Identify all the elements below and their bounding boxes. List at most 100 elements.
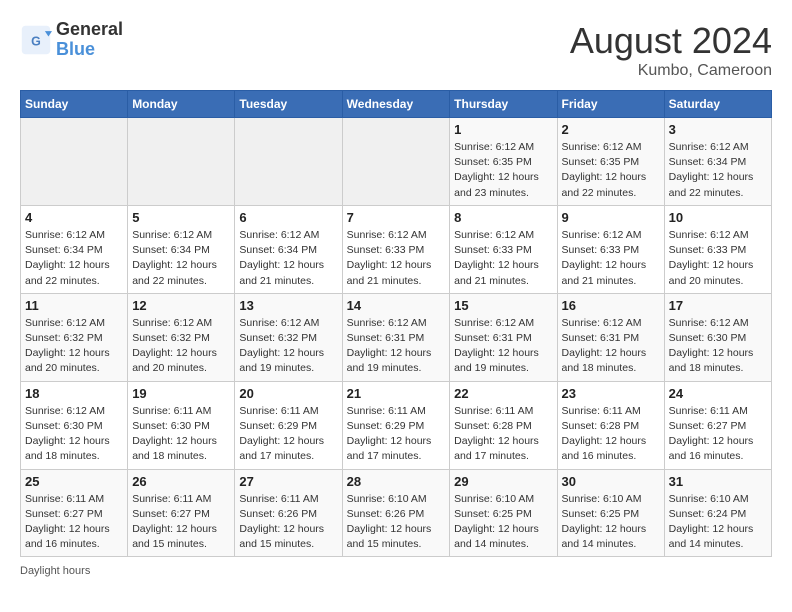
day-info: Sunrise: 6:12 AM Sunset: 6:31 PM Dayligh… xyxy=(562,316,660,377)
day-info: Sunrise: 6:12 AM Sunset: 6:30 PM Dayligh… xyxy=(25,404,123,465)
logo-text: General Blue xyxy=(56,20,123,60)
day-info: Sunrise: 6:12 AM Sunset: 6:34 PM Dayligh… xyxy=(669,140,767,201)
day-info: Sunrise: 6:12 AM Sunset: 6:31 PM Dayligh… xyxy=(347,316,446,377)
week-row-0: 1Sunrise: 6:12 AM Sunset: 6:35 PM Daylig… xyxy=(21,118,772,206)
day-info: Sunrise: 6:12 AM Sunset: 6:33 PM Dayligh… xyxy=(347,228,446,289)
day-number: 21 xyxy=(347,386,446,401)
calendar-cell: 8 Sunrise: 6:12 AM Sunset: 6:33 PM Daylig… xyxy=(450,205,557,293)
day-info: Sunrise: 6:12 AM Sunset: 6:33 PM Dayligh… xyxy=(562,228,660,289)
calendar-cell: 25Sunrise: 6:11 AM Sunset: 6:27 PM Dayli… xyxy=(21,469,128,557)
header-day-thursday: Thursday xyxy=(450,91,557,118)
day-info: Sunrise: 6:10 AM Sunset: 6:25 PM Dayligh… xyxy=(454,492,552,553)
title-block: August 2024 Kumbo, Cameroon xyxy=(570,20,772,80)
calendar-cell: 20 Sunrise: 6:11 AM Sunset: 6:29 PM Dayli… xyxy=(235,381,342,469)
day-info: Sunrise: 6:12 AM Sunset: 6:31 PM Dayligh… xyxy=(454,316,552,377)
calendar-cell: 28Sunrise: 6:10 AM Sunset: 6:26 PM Dayli… xyxy=(342,469,450,557)
logo-general-text: General xyxy=(56,19,123,39)
calendar-cell: 30 Sunrise: 6:10 AM Sunset: 6:25 PM Dayli… xyxy=(557,469,664,557)
day-info: Sunrise: 6:11 AM Sunset: 6:28 PM Dayligh… xyxy=(562,404,660,465)
day-number: 15 xyxy=(454,298,552,313)
day-info: Sunrise: 6:11 AM Sunset: 6:29 PM Dayligh… xyxy=(347,404,446,465)
calendar-cell: 9 Sunrise: 6:12 AM Sunset: 6:33 PM Daylig… xyxy=(557,205,664,293)
calendar-cell: 5Sunrise: 6:12 AM Sunset: 6:34 PM Daylig… xyxy=(128,205,235,293)
calendar-cell: 19Sunrise: 6:11 AM Sunset: 6:30 PM Dayli… xyxy=(128,381,235,469)
day-number: 22 xyxy=(454,386,552,401)
day-info: Sunrise: 6:12 AM Sunset: 6:34 PM Dayligh… xyxy=(132,228,230,289)
day-number: 2 xyxy=(562,122,660,137)
svg-text:G: G xyxy=(31,34,41,48)
week-row-1: 4 Sunrise: 6:12 AM Sunset: 6:34 PM Daylig… xyxy=(21,205,772,293)
calendar-cell: 21 Sunrise: 6:11 AM Sunset: 6:29 PM Dayli… xyxy=(342,381,450,469)
header-day-monday: Monday xyxy=(128,91,235,118)
calendar-cell: 18 Sunrise: 6:12 AM Sunset: 6:30 PM Dayli… xyxy=(21,381,128,469)
day-info: Sunrise: 6:12 AM Sunset: 6:32 PM Dayligh… xyxy=(239,316,337,377)
page-subtitle: Kumbo, Cameroon xyxy=(570,62,772,80)
calendar-cell: 10 Sunrise: 6:12 AM Sunset: 6:33 PM Dayli… xyxy=(664,205,771,293)
day-number: 3 xyxy=(669,122,767,137)
header-day-wednesday: Wednesday xyxy=(342,91,450,118)
day-info: Sunrise: 6:10 AM Sunset: 6:24 PM Dayligh… xyxy=(669,492,767,553)
day-number: 20 xyxy=(239,386,337,401)
day-number: 4 xyxy=(25,210,123,225)
day-info: Sunrise: 6:12 AM Sunset: 6:34 PM Dayligh… xyxy=(25,228,123,289)
header-day-sunday: Sunday xyxy=(21,91,128,118)
calendar-footer: Daylight hours xyxy=(20,565,772,577)
day-info: Sunrise: 6:11 AM Sunset: 6:29 PM Dayligh… xyxy=(239,404,337,465)
day-number: 8 xyxy=(454,210,552,225)
calendar-cell: 11 Sunrise: 6:12 AM Sunset: 6:32 PM Dayli… xyxy=(21,293,128,381)
day-number: 11 xyxy=(25,298,123,313)
calendar-cell: 29 Sunrise: 6:10 AM Sunset: 6:25 PM Dayli… xyxy=(450,469,557,557)
day-number: 17 xyxy=(669,298,767,313)
day-info: Sunrise: 6:11 AM Sunset: 6:27 PM Dayligh… xyxy=(25,492,123,553)
day-number: 14 xyxy=(347,298,446,313)
day-number: 6 xyxy=(239,210,337,225)
day-info: Sunrise: 6:11 AM Sunset: 6:26 PM Dayligh… xyxy=(239,492,337,553)
day-number: 16 xyxy=(562,298,660,313)
day-number: 23 xyxy=(562,386,660,401)
calendar-cell: 12Sunrise: 6:12 AM Sunset: 6:32 PM Dayli… xyxy=(128,293,235,381)
day-number: 9 xyxy=(562,210,660,225)
calendar-table: SundayMondayTuesdayWednesdayThursdayFrid… xyxy=(20,90,772,557)
header-day-saturday: Saturday xyxy=(664,91,771,118)
day-info: Sunrise: 6:12 AM Sunset: 6:33 PM Dayligh… xyxy=(669,228,767,289)
day-number: 31 xyxy=(669,474,767,489)
day-info: Sunrise: 6:12 AM Sunset: 6:35 PM Dayligh… xyxy=(454,140,552,201)
calendar-cell: 15 Sunrise: 6:12 AM Sunset: 6:31 PM Dayli… xyxy=(450,293,557,381)
header-day-friday: Friday xyxy=(557,91,664,118)
calendar-cell: 1Sunrise: 6:12 AM Sunset: 6:35 PM Daylig… xyxy=(450,118,557,206)
page-title: August 2024 xyxy=(570,20,772,62)
daylight-label: Daylight hours xyxy=(20,565,90,577)
day-info: Sunrise: 6:10 AM Sunset: 6:25 PM Dayligh… xyxy=(562,492,660,553)
calendar-cell: 2Sunrise: 6:12 AM Sunset: 6:35 PM Daylig… xyxy=(557,118,664,206)
day-info: Sunrise: 6:12 AM Sunset: 6:30 PM Dayligh… xyxy=(669,316,767,377)
calendar-cell: 24 Sunrise: 6:11 AM Sunset: 6:27 PM Dayli… xyxy=(664,381,771,469)
calendar-cell: 14 Sunrise: 6:12 AM Sunset: 6:31 PM Dayli… xyxy=(342,293,450,381)
week-row-4: 25Sunrise: 6:11 AM Sunset: 6:27 PM Dayli… xyxy=(21,469,772,557)
day-number: 7 xyxy=(347,210,446,225)
calendar-cell: 27Sunrise: 6:11 AM Sunset: 6:26 PM Dayli… xyxy=(235,469,342,557)
day-number: 10 xyxy=(669,210,767,225)
calendar-cell: 23 Sunrise: 6:11 AM Sunset: 6:28 PM Dayli… xyxy=(557,381,664,469)
calendar-cell: 17 Sunrise: 6:12 AM Sunset: 6:30 PM Dayli… xyxy=(664,293,771,381)
calendar-cell: 22Sunrise: 6:11 AM Sunset: 6:28 PM Dayli… xyxy=(450,381,557,469)
day-info: Sunrise: 6:11 AM Sunset: 6:27 PM Dayligh… xyxy=(669,404,767,465)
day-info: Sunrise: 6:12 AM Sunset: 6:32 PM Dayligh… xyxy=(25,316,123,377)
calendar-cell: 31 Sunrise: 6:10 AM Sunset: 6:24 PM Dayli… xyxy=(664,469,771,557)
header-day-tuesday: Tuesday xyxy=(235,91,342,118)
day-number: 29 xyxy=(454,474,552,489)
calendar-cell xyxy=(128,118,235,206)
day-info: Sunrise: 6:12 AM Sunset: 6:33 PM Dayligh… xyxy=(454,228,552,289)
calendar-cell: 13Sunrise: 6:12 AM Sunset: 6:32 PM Dayli… xyxy=(235,293,342,381)
header-row: SundayMondayTuesdayWednesdayThursdayFrid… xyxy=(21,91,772,118)
day-number: 18 xyxy=(25,386,123,401)
calendar-cell: 4 Sunrise: 6:12 AM Sunset: 6:34 PM Daylig… xyxy=(21,205,128,293)
day-info: Sunrise: 6:11 AM Sunset: 6:30 PM Dayligh… xyxy=(132,404,230,465)
day-number: 24 xyxy=(669,386,767,401)
logo: G General Blue xyxy=(20,20,123,60)
calendar-cell xyxy=(235,118,342,206)
week-row-2: 11 Sunrise: 6:12 AM Sunset: 6:32 PM Dayli… xyxy=(21,293,772,381)
logo-icon: G xyxy=(20,24,52,56)
calendar-header: SundayMondayTuesdayWednesdayThursdayFrid… xyxy=(21,91,772,118)
day-number: 30 xyxy=(562,474,660,489)
day-number: 26 xyxy=(132,474,230,489)
